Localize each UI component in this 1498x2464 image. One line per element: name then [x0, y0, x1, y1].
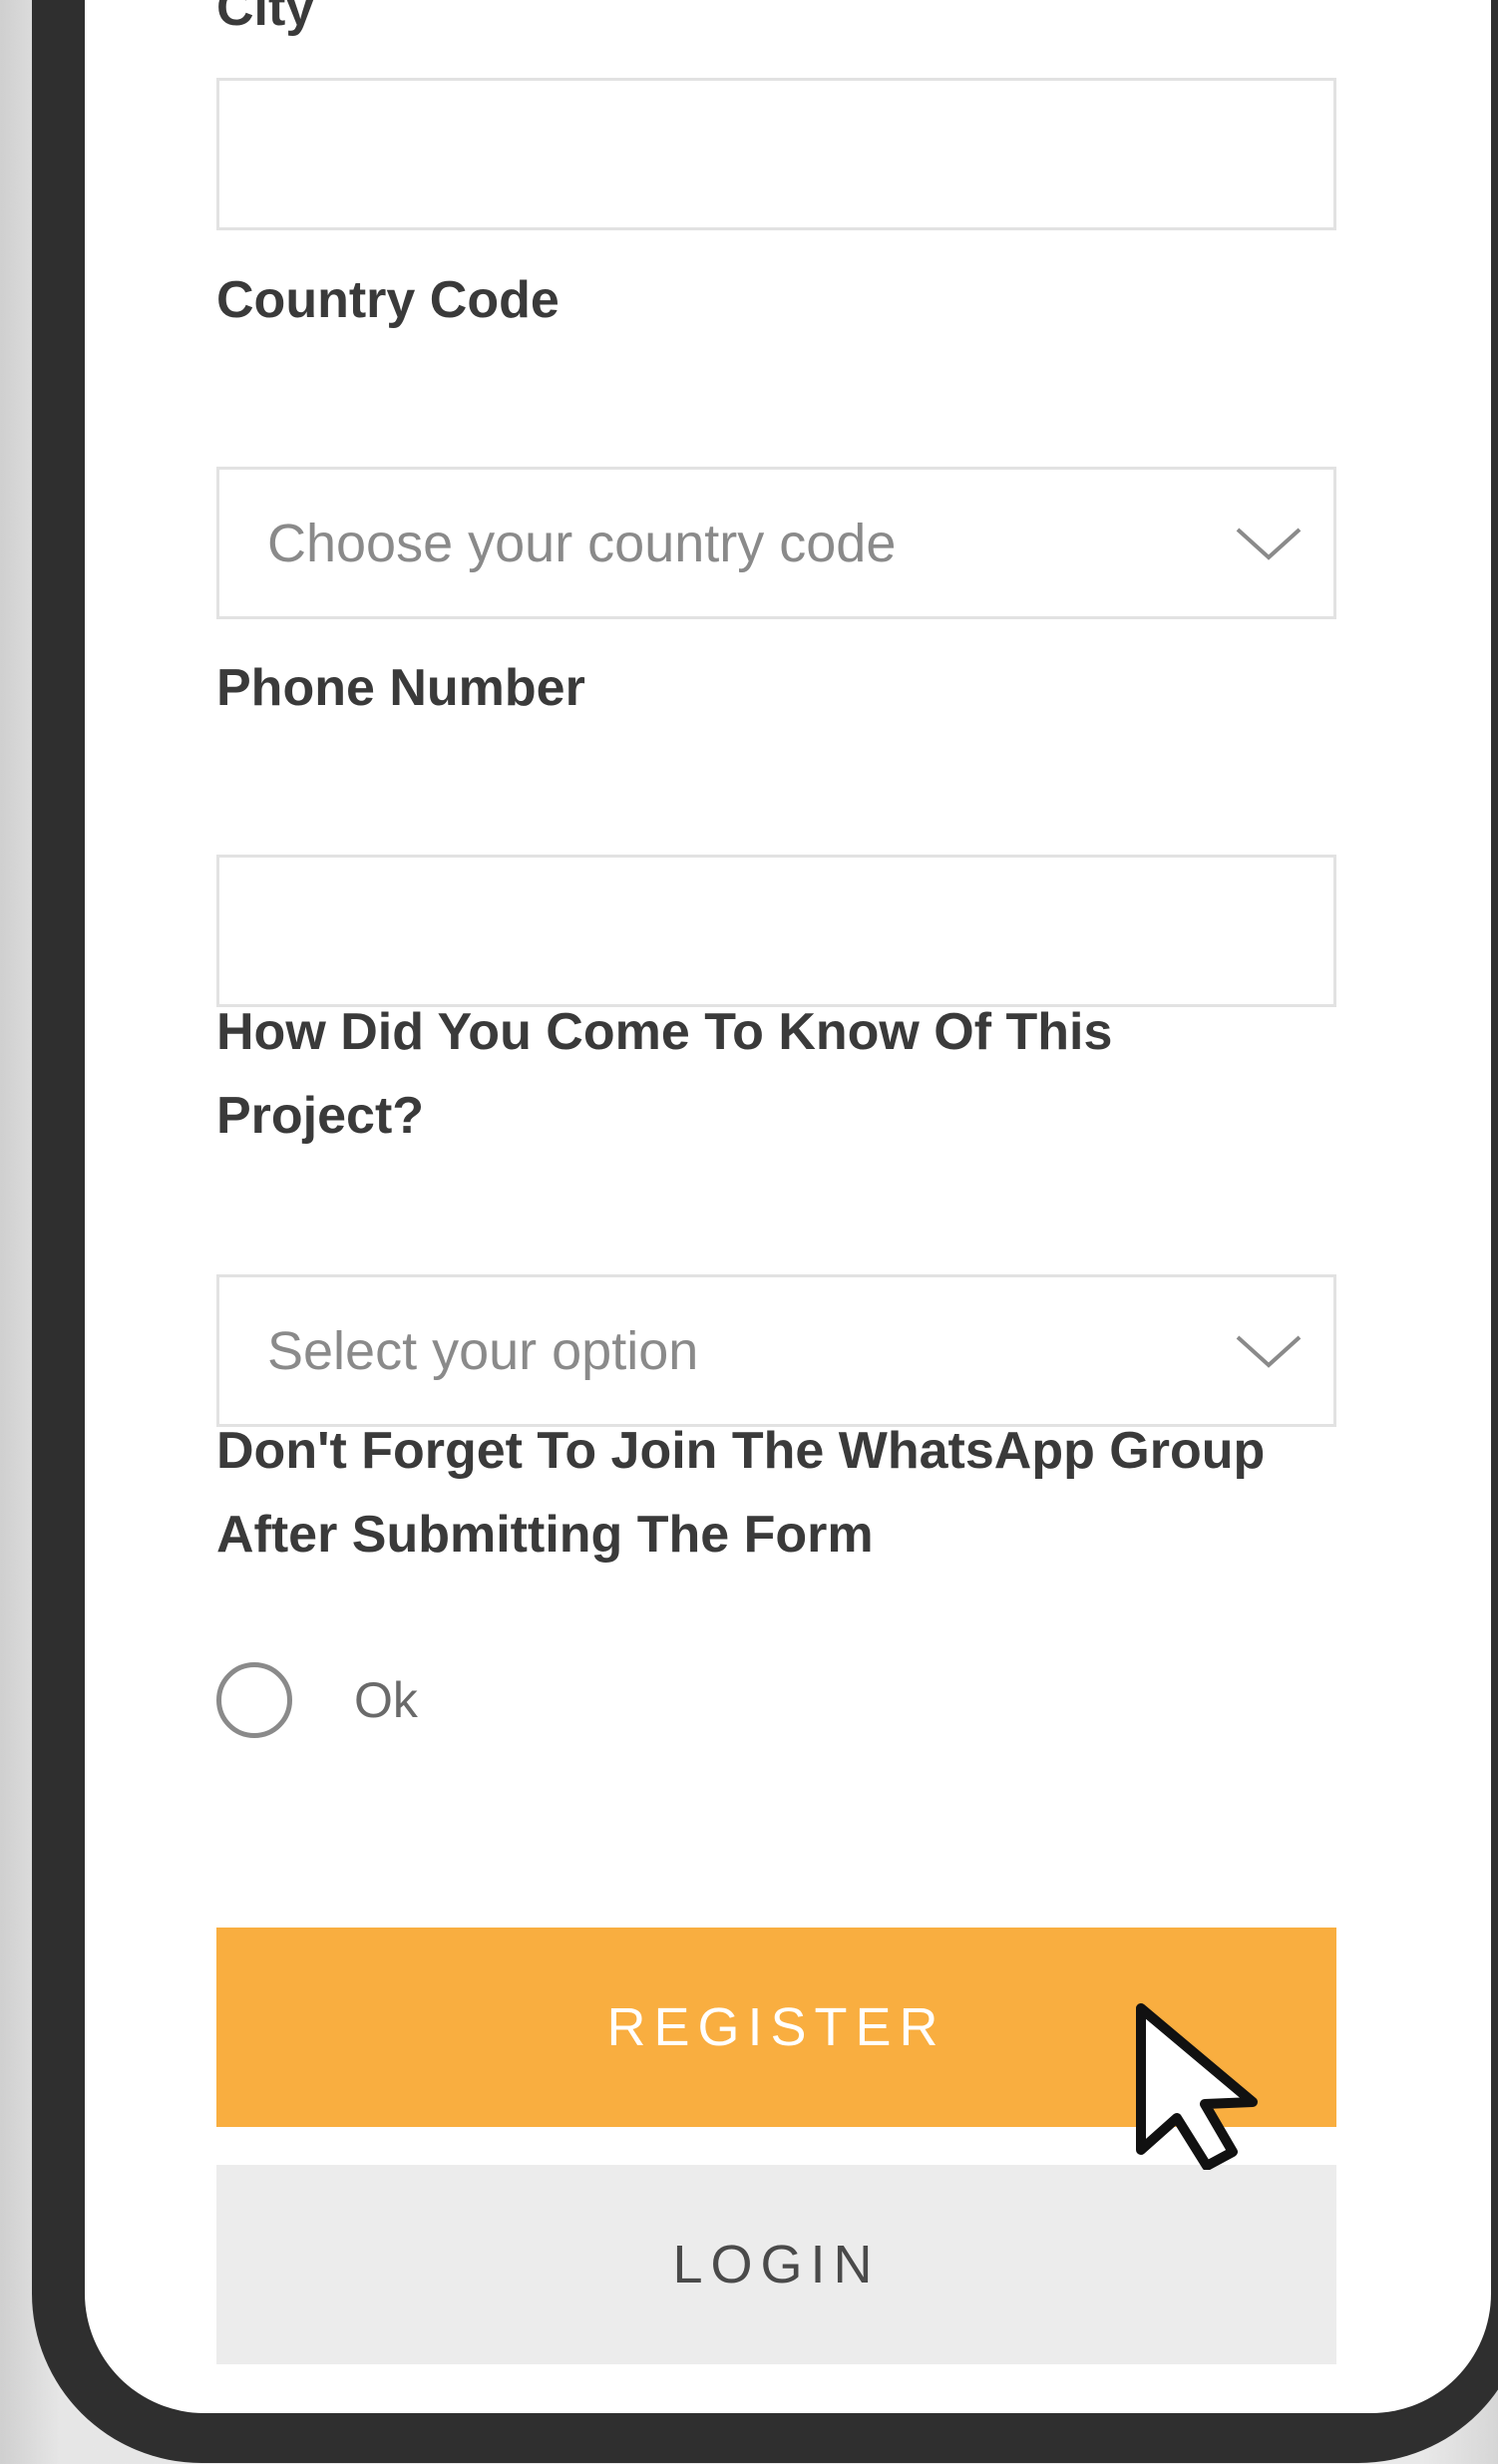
phone-number-label: Phone Number [216, 659, 585, 717]
city-input[interactable] [216, 78, 1336, 230]
login-button[interactable]: LOGIN [216, 2165, 1336, 2364]
source-select[interactable]: Select your option [216, 1274, 1336, 1427]
source-label: How Did You Come To Know Of This Project… [216, 1003, 1113, 1145]
ok-radio[interactable] [216, 1662, 292, 1738]
city-label: City [216, 0, 315, 37]
ok-radio-row[interactable]: Ok [216, 1662, 418, 1738]
chevron-down-icon [1236, 1335, 1302, 1368]
ok-radio-label: Ok [354, 1672, 418, 1728]
whatsapp-label: Don't Forget To Join The WhatsApp Group … [216, 1422, 1266, 1564]
phone-number-input[interactable] [216, 855, 1336, 1007]
mouse-cursor-icon [1136, 2003, 1258, 2170]
country-code-placeholder: Choose your country code [267, 513, 897, 573]
country-code-label: Country Code [216, 271, 560, 329]
source-placeholder: Select your option [267, 1320, 699, 1381]
country-code-select[interactable]: Choose your country code [216, 467, 1336, 619]
chevron-down-icon [1236, 528, 1302, 560]
